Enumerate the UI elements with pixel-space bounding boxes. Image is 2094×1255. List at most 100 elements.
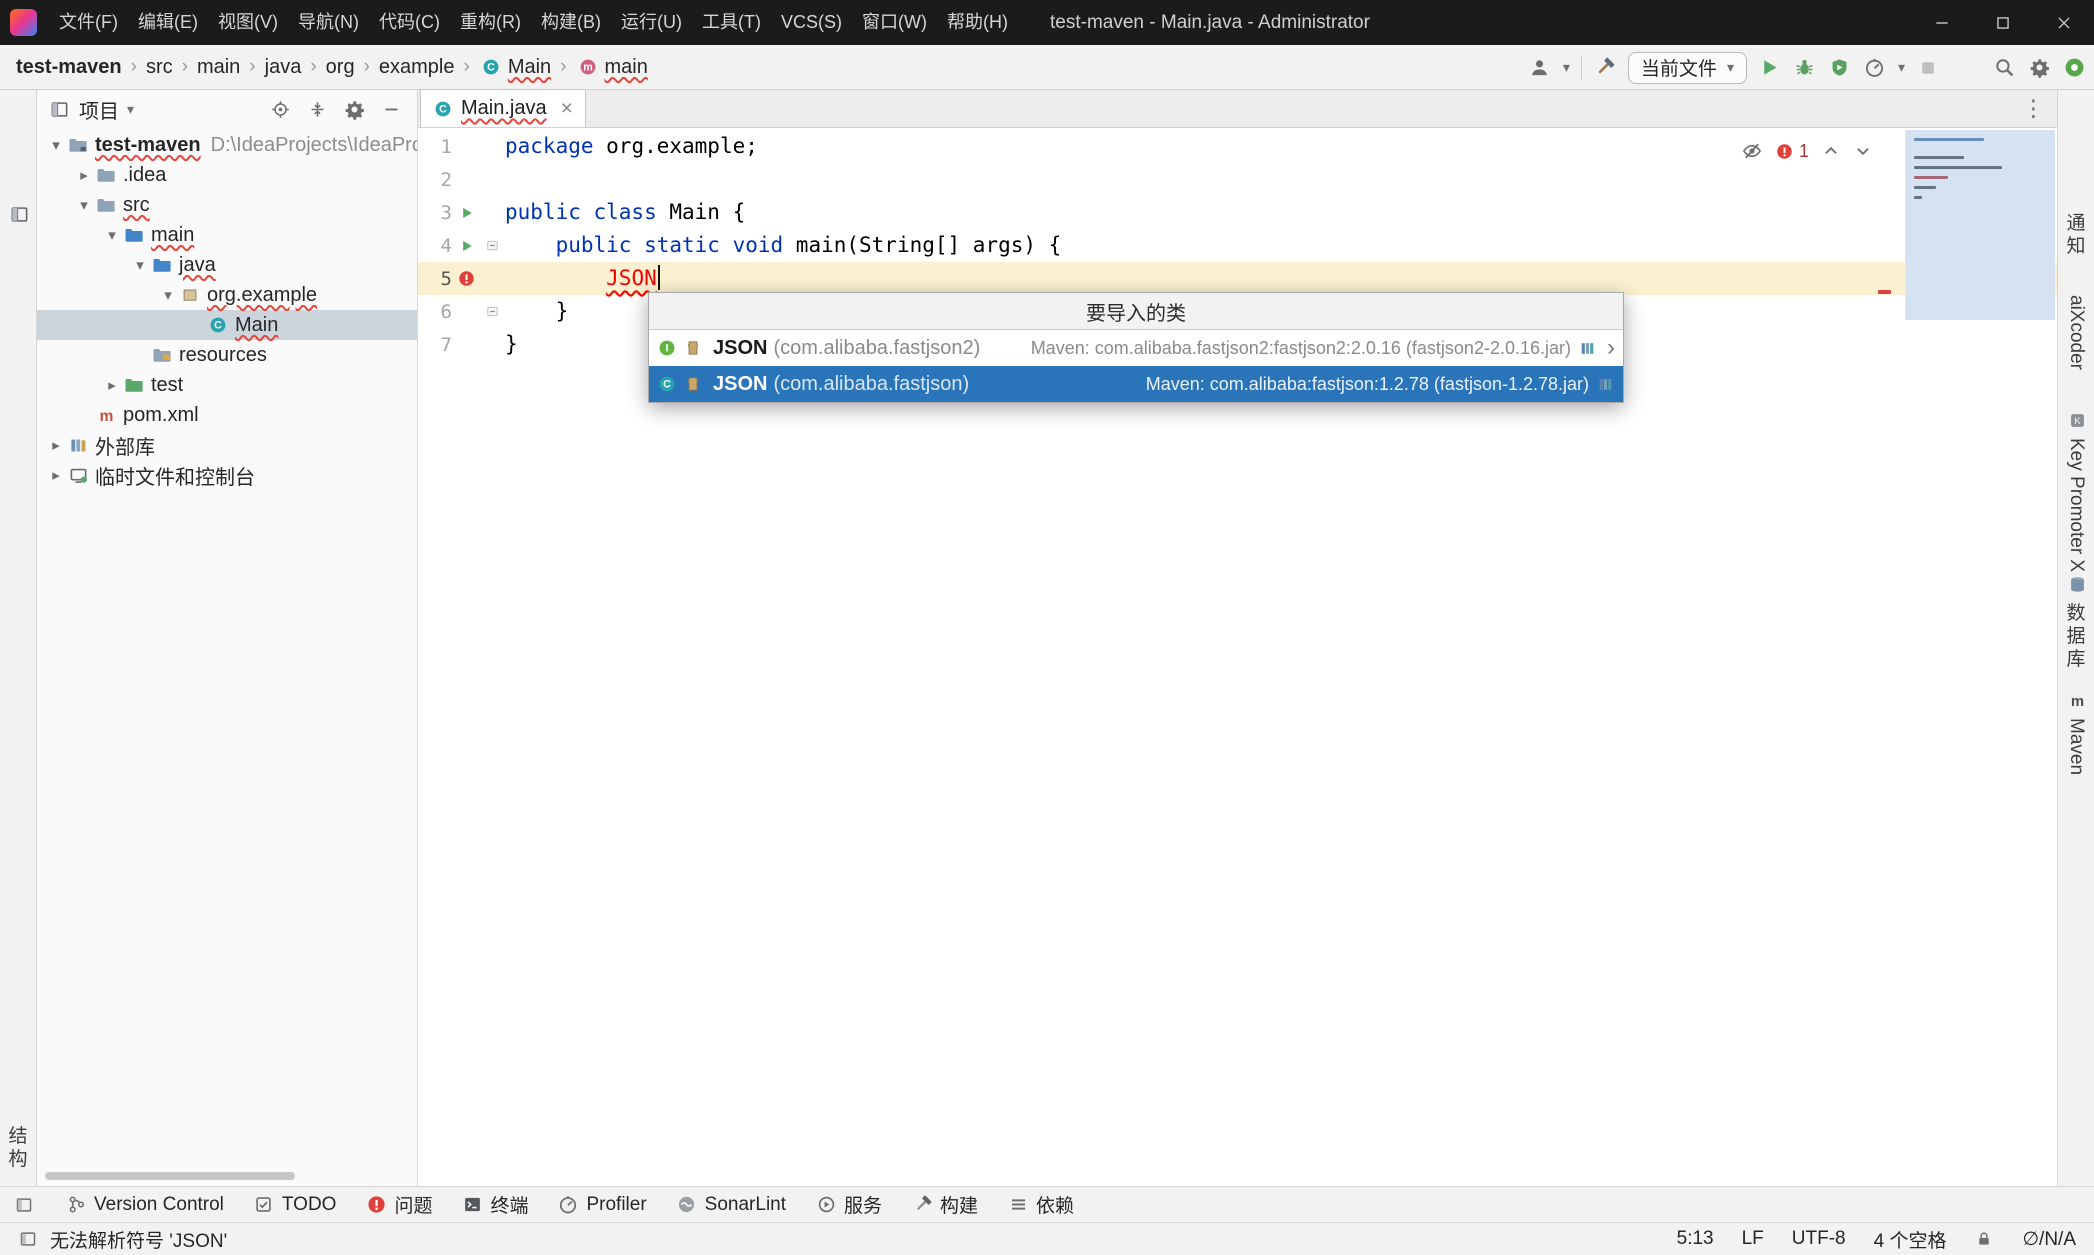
chevron-down-icon[interactable]: ▾ xyxy=(127,101,134,118)
menu-item[interactable]: VCS(S) xyxy=(771,0,852,45)
tree-chevron-icon[interactable]: ▸ xyxy=(45,436,67,454)
toolwindow-button[interactable]: Version Control xyxy=(66,1194,224,1216)
tree-item[interactable]: ▸.idea xyxy=(37,160,417,190)
horizontal-scrollbar[interactable] xyxy=(45,1172,295,1180)
run-configuration-select[interactable]: 当前文件 ▾ xyxy=(1628,52,1747,84)
error-stripe-mark[interactable] xyxy=(1878,290,1891,294)
tree-item[interactable]: ▸外部库 xyxy=(37,430,417,460)
breadcrumb-item[interactable]: main xyxy=(197,56,240,79)
line-separator[interactable]: LF xyxy=(1742,1228,1764,1250)
stripe-item-1[interactable]: 通知 xyxy=(2058,212,2094,258)
collapse-all-icon[interactable] xyxy=(305,97,329,121)
toolwindow-button[interactable]: 问题 xyxy=(366,1191,432,1218)
settings-gear-icon[interactable] xyxy=(2027,56,2051,80)
plugin-status-icon[interactable] xyxy=(2062,56,2086,80)
tree-item[interactable]: resources xyxy=(37,340,417,370)
project-panel-title[interactable]: 项目 xyxy=(79,95,119,124)
menu-item[interactable]: 运行(U) xyxy=(611,0,692,45)
tab-main-java[interactable]: C Main.java × xyxy=(420,89,586,127)
tree-item[interactable]: ▾src xyxy=(37,190,417,220)
indent-style[interactable]: 4 个空格 xyxy=(1874,1226,1947,1253)
lock-icon[interactable] xyxy=(1974,1229,1994,1249)
stripe-item-4[interactable]: 数据库 xyxy=(2058,602,2094,671)
menu-item[interactable]: 编辑(E) xyxy=(128,0,208,45)
run-button[interactable] xyxy=(1758,56,1782,80)
tree-item[interactable]: ▸test xyxy=(37,370,417,400)
menu-item[interactable]: 导航(N) xyxy=(288,0,369,45)
tree-item[interactable]: ▾test-mavenD:\IdeaProjects\IdeaProje xyxy=(37,130,417,160)
toolwindow-button[interactable]: TODO xyxy=(254,1194,337,1216)
tree-chevron-icon[interactable]: ▾ xyxy=(157,286,179,304)
toolwindow-button[interactable]: Profiler xyxy=(558,1194,646,1216)
menu-item[interactable]: 窗口(W) xyxy=(852,0,937,45)
stripe-item-2[interactable]: aiXcoder xyxy=(2065,295,2087,370)
coverage-button[interactable] xyxy=(1828,56,1852,80)
debug-button[interactable] xyxy=(1793,56,1817,80)
menu-item[interactable]: 视图(V) xyxy=(208,0,288,45)
breadcrumb-item[interactable]: CMain xyxy=(479,55,551,79)
popup-item[interactable]: IJSON(com.alibaba.fastjson2)Maven: com.a… xyxy=(649,330,1623,366)
toolwindow-button[interactable]: 服务 xyxy=(816,1191,882,1218)
panel-settings-icon[interactable] xyxy=(342,97,366,121)
file-encoding[interactable]: UTF-8 xyxy=(1792,1228,1846,1250)
project-tool-window-icon[interactable] xyxy=(7,202,31,226)
editor-options-icon[interactable]: ⋮ xyxy=(2022,95,2045,122)
prev-error-icon[interactable] xyxy=(1821,141,1841,161)
build-hammer-icon[interactable] xyxy=(1593,56,1617,80)
tree-chevron-icon[interactable]: ▾ xyxy=(129,256,151,274)
tree-chevron-icon[interactable]: ▸ xyxy=(101,376,123,394)
tree-item[interactable]: ▾org.example xyxy=(37,280,417,310)
toolwindow-button[interactable]: 构建 xyxy=(912,1191,978,1218)
gutter-icon-slot[interactable] xyxy=(452,237,481,255)
tree-item[interactable]: ▾java xyxy=(37,250,417,280)
code-line[interactable]: 3public class Main { xyxy=(418,196,2057,229)
maximize-button[interactable] xyxy=(1972,0,2033,45)
chevron-down-icon[interactable]: ▾ xyxy=(1898,59,1905,76)
next-error-icon[interactable] xyxy=(1853,141,1873,161)
close-button[interactable] xyxy=(2033,0,2094,45)
tree-chevron-icon[interactable]: ▸ xyxy=(45,466,67,484)
menu-item[interactable]: 构建(B) xyxy=(531,0,611,45)
code-line[interactable]: 5 JSON xyxy=(418,262,2057,295)
breadcrumb-item[interactable]: src xyxy=(146,56,173,79)
stripe-item-bottom-1[interactable]: 结构 xyxy=(0,1125,36,1171)
locate-file-icon[interactable] xyxy=(268,97,292,121)
profiler-icon[interactable] xyxy=(1863,56,1887,80)
error-counter[interactable]: 1 xyxy=(1774,141,1809,162)
tool-window-quick-access-icon[interactable] xyxy=(12,1193,36,1217)
highlighting-eye-icon[interactable] xyxy=(1742,141,1762,161)
gutter-icon-slot[interactable] xyxy=(452,204,481,222)
fold-slot[interactable] xyxy=(481,303,503,321)
popup-item[interactable]: CJSON(com.alibaba.fastjson)Maven: com.al… xyxy=(649,366,1623,402)
highlighting-level[interactable]: ∅/N/A xyxy=(2022,1228,2076,1251)
toolwindow-button[interactable]: 依赖 xyxy=(1008,1191,1074,1218)
menu-item[interactable]: 重构(R) xyxy=(450,0,531,45)
toolwindow-button[interactable]: SonarLint xyxy=(677,1194,786,1216)
menu-item[interactable]: 文件(F) xyxy=(49,0,128,45)
breadcrumb-item[interactable]: mmain xyxy=(576,55,648,79)
minimize-button[interactable] xyxy=(1911,0,1972,45)
tree-chevron-icon[interactable]: ▾ xyxy=(73,196,95,214)
code-editor[interactable]: 1package org.example;23public class Main… xyxy=(418,128,2057,1186)
tree-chevron-icon[interactable]: ▾ xyxy=(45,136,67,154)
code-line[interactable]: 2 xyxy=(418,163,2057,196)
tree-chevron-icon[interactable]: ▾ xyxy=(101,226,123,244)
toolwindow-button[interactable]: 终端 xyxy=(462,1191,528,1218)
breadcrumb-item[interactable]: java xyxy=(265,56,302,79)
tree-item[interactable]: ▸临时文件和控制台 xyxy=(37,460,417,490)
code-minimap[interactable] xyxy=(1905,130,2055,320)
fold-slot[interactable] xyxy=(481,237,503,255)
breadcrumb-item[interactable]: test-maven xyxy=(16,56,122,79)
stripe-item-3[interactable]: Key Promoter X xyxy=(2065,438,2087,572)
tree-item[interactable]: mpom.xml xyxy=(37,400,417,430)
user-icon[interactable] xyxy=(1528,56,1552,80)
hide-panel-icon[interactable] xyxy=(379,97,403,121)
close-tab-icon[interactable]: × xyxy=(561,97,573,121)
chevron-down-icon[interactable]: ▾ xyxy=(1563,59,1570,76)
menu-item[interactable]: 代码(C) xyxy=(369,0,450,45)
status-window-icon[interactable] xyxy=(18,1229,38,1249)
tree-item[interactable]: CMain xyxy=(37,310,417,340)
tree-chevron-icon[interactable]: ▸ xyxy=(73,166,95,184)
menu-item[interactable]: 工具(T) xyxy=(692,0,771,45)
submenu-arrow-icon[interactable]: › xyxy=(1607,336,1615,360)
